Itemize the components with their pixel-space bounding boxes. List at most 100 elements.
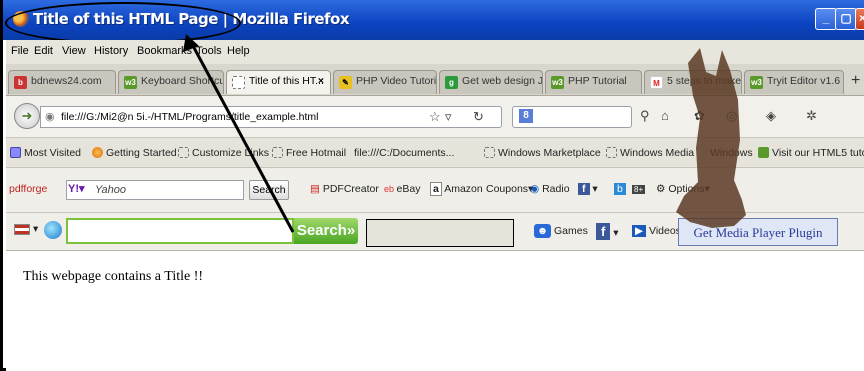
- play-icon: ▶: [632, 225, 647, 237]
- magnifier-icon[interactable]: ⚲: [640, 108, 650, 124]
- search-button[interactable]: Search»: [294, 218, 358, 244]
- tab-label: Title of this HT...: [249, 75, 324, 87]
- green-square-icon: g: [445, 76, 458, 89]
- ebay-icon: eb: [384, 184, 397, 194]
- games-item[interactable]: ☻ Games: [534, 224, 588, 238]
- bookmark-label: Most Visited: [24, 147, 81, 159]
- tab-gmail[interactable]: M 5 steps to make the...: [644, 70, 742, 94]
- blank-page-icon: [272, 147, 283, 158]
- plugin-icon[interactable]: ✲: [806, 108, 817, 124]
- close-button[interactable]: ×: [855, 8, 864, 30]
- menu-file[interactable]: File: [11, 45, 29, 57]
- bookmark-free-hotmail[interactable]: Free Hotmail: [272, 147, 346, 159]
- shield-icon[interactable]: ◈: [766, 108, 776, 124]
- back-button[interactable]: ➜: [14, 103, 40, 129]
- yahoo-search-input[interactable]: Yahoo: [66, 180, 244, 200]
- bookmark-windows-media[interactable]: Windows Media: [606, 147, 694, 159]
- title-highlight-ellipse: [5, 2, 241, 44]
- gmail-icon: M: [650, 76, 663, 89]
- tab-php-video[interactable]: ✎ PHP Video Tutorial...: [333, 70, 437, 94]
- bookmark-most-visited[interactable]: Most Visited: [10, 147, 81, 159]
- bookmark-windows-marketplace[interactable]: Windows Marketplace: [484, 147, 601, 159]
- flag-icon[interactable]: [14, 224, 30, 235]
- tab-label: PHP Video Tutorial...: [356, 75, 437, 87]
- menu-history[interactable]: History: [94, 45, 128, 57]
- url-bar[interactable]: ◉ file:///G:/Mi2@n 5i.-/HTML/Programs/ti…: [40, 106, 502, 128]
- bookmarks-bar: Most Visited Getting Started Customize L…: [6, 138, 864, 168]
- bookmark-label: Free Hotmail: [286, 147, 347, 159]
- new-tab-icon[interactable]: +: [851, 72, 860, 90]
- videos-item[interactable]: ▶ Videos: [632, 225, 681, 237]
- reload-icon[interactable]: ↻: [473, 109, 484, 125]
- bookmark-label: Customize Links: [192, 147, 270, 159]
- tab-tryit-editor[interactable]: w3 Tryit Editor v1.6: [744, 70, 844, 94]
- chevron-down-icon[interactable]: ▾: [33, 223, 38, 235]
- get-media-player-button[interactable]: Get Media Player Plugin: [678, 218, 838, 246]
- bookmark-html5-tutorial[interactable]: Visit our HTML5 tutori...: [758, 147, 864, 159]
- tab-web-design-jobs[interactable]: g Get web design Jo...: [439, 70, 543, 94]
- coupons-item[interactable]: Coupons▾: [486, 183, 533, 195]
- bookmark-label: Windows Marketplace: [498, 147, 601, 159]
- toolbar-label: Amazon: [444, 183, 483, 195]
- bookmark-documents[interactable]: file:///C:/Documents...: [354, 147, 454, 159]
- tab-label: 5 steps to make the...: [667, 75, 742, 87]
- menu-edit[interactable]: Edit: [34, 45, 53, 57]
- bookmark-customize-links[interactable]: Customize Links: [178, 147, 269, 159]
- bookmark-label: Windows Media: [620, 147, 695, 159]
- home-icon[interactable]: ⌂: [661, 108, 669, 123]
- bookmark-label: file:///C:/Documents...: [354, 147, 455, 159]
- pdfcreator-item[interactable]: ▤ PDFCreator: [310, 183, 379, 195]
- toolbar-label: PDFCreator: [322, 183, 379, 195]
- close-tab-icon[interactable]: ×: [318, 75, 324, 87]
- dropdown-icon[interactable]: ▿: [445, 109, 452, 125]
- toolbar-label: Options: [668, 183, 705, 195]
- menu-bar: File Edit View History Bookmarks Tools H…: [6, 40, 864, 64]
- tab-label: PHP Tutorial: [568, 75, 627, 87]
- pdfforge-logo[interactable]: pdfforge: [9, 183, 47, 195]
- google-icon[interactable]: 8: [519, 109, 533, 123]
- tab-strip: b bdnews24.com w3 Keyboard Shortcuts Tit…: [6, 64, 864, 96]
- menu-help[interactable]: Help: [227, 45, 250, 57]
- games-icon: ☻: [534, 224, 552, 238]
- radio-item[interactable]: ◉ Radio: [530, 183, 570, 195]
- ebay-item[interactable]: eb eBay: [384, 183, 420, 195]
- url-text: file:///G:/Mi2@n 5i.-/HTML/Programs/titl…: [61, 111, 319, 123]
- menu-view[interactable]: View: [62, 45, 86, 57]
- yahoo-search-button[interactable]: Search: [249, 180, 289, 200]
- bookmark-getting-started[interactable]: Getting Started: [92, 147, 177, 159]
- amazon-item[interactable]: a Amazon: [430, 182, 483, 196]
- options-item[interactable]: ⚙ Options▾: [656, 183, 710, 195]
- social-icon[interactable]: b: [614, 183, 626, 195]
- tab-php-tutorial[interactable]: w3 PHP Tutorial: [545, 70, 642, 94]
- pdf-icon: ▤: [310, 183, 323, 195]
- blank-page-icon: [232, 76, 245, 89]
- toolbar-label: Games: [553, 225, 588, 237]
- search-input[interactable]: [66, 218, 294, 244]
- blank-page-icon: [606, 147, 617, 158]
- minimize-button[interactable]: _: [815, 8, 837, 30]
- addon-icon[interactable]: ✿: [694, 108, 705, 124]
- maximize-button[interactable]: ▢: [835, 8, 857, 30]
- globe-icon[interactable]: [44, 221, 62, 239]
- php-icon: ✎: [339, 76, 352, 89]
- bdnews-icon: b: [14, 76, 27, 89]
- facebook-icon[interactable]: f ▾: [596, 223, 619, 240]
- menu-bookmarks[interactable]: Bookmarks: [137, 45, 192, 57]
- tab-label: bdnews24.com: [31, 75, 102, 87]
- w3-icon: w3: [124, 76, 137, 89]
- tab-title-page[interactable]: Title of this HT... ×: [226, 70, 331, 94]
- bookmark-label: Windows: [710, 147, 753, 159]
- bookmark-windows[interactable]: Windows: [710, 147, 753, 159]
- tab-bdnews24[interactable]: b bdnews24.com: [8, 70, 116, 94]
- star-icon[interactable]: ☆: [429, 109, 441, 125]
- google-plus-icon[interactable]: 8+: [632, 183, 646, 195]
- extension-icon[interactable]: ◎: [726, 108, 737, 124]
- search-toolbar: ▾ Search» ☻ Games f ▾ ▶ Videos Get Media…: [6, 213, 864, 251]
- amazon-icon: a: [430, 182, 442, 196]
- facebook-icon[interactable]: f ▾: [578, 183, 598, 195]
- tab-keyboard-shortcuts[interactable]: w3 Keyboard Shortcuts: [118, 70, 224, 94]
- site-identity-icon[interactable]: ◉: [45, 110, 55, 123]
- menu-tools[interactable]: Tools: [196, 45, 222, 57]
- navigation-bar: ◉ file:///G:/Mi2@n 5i.-/HTML/Programs/ti…: [6, 96, 864, 138]
- search-engine-box[interactable]: 8: [512, 106, 632, 128]
